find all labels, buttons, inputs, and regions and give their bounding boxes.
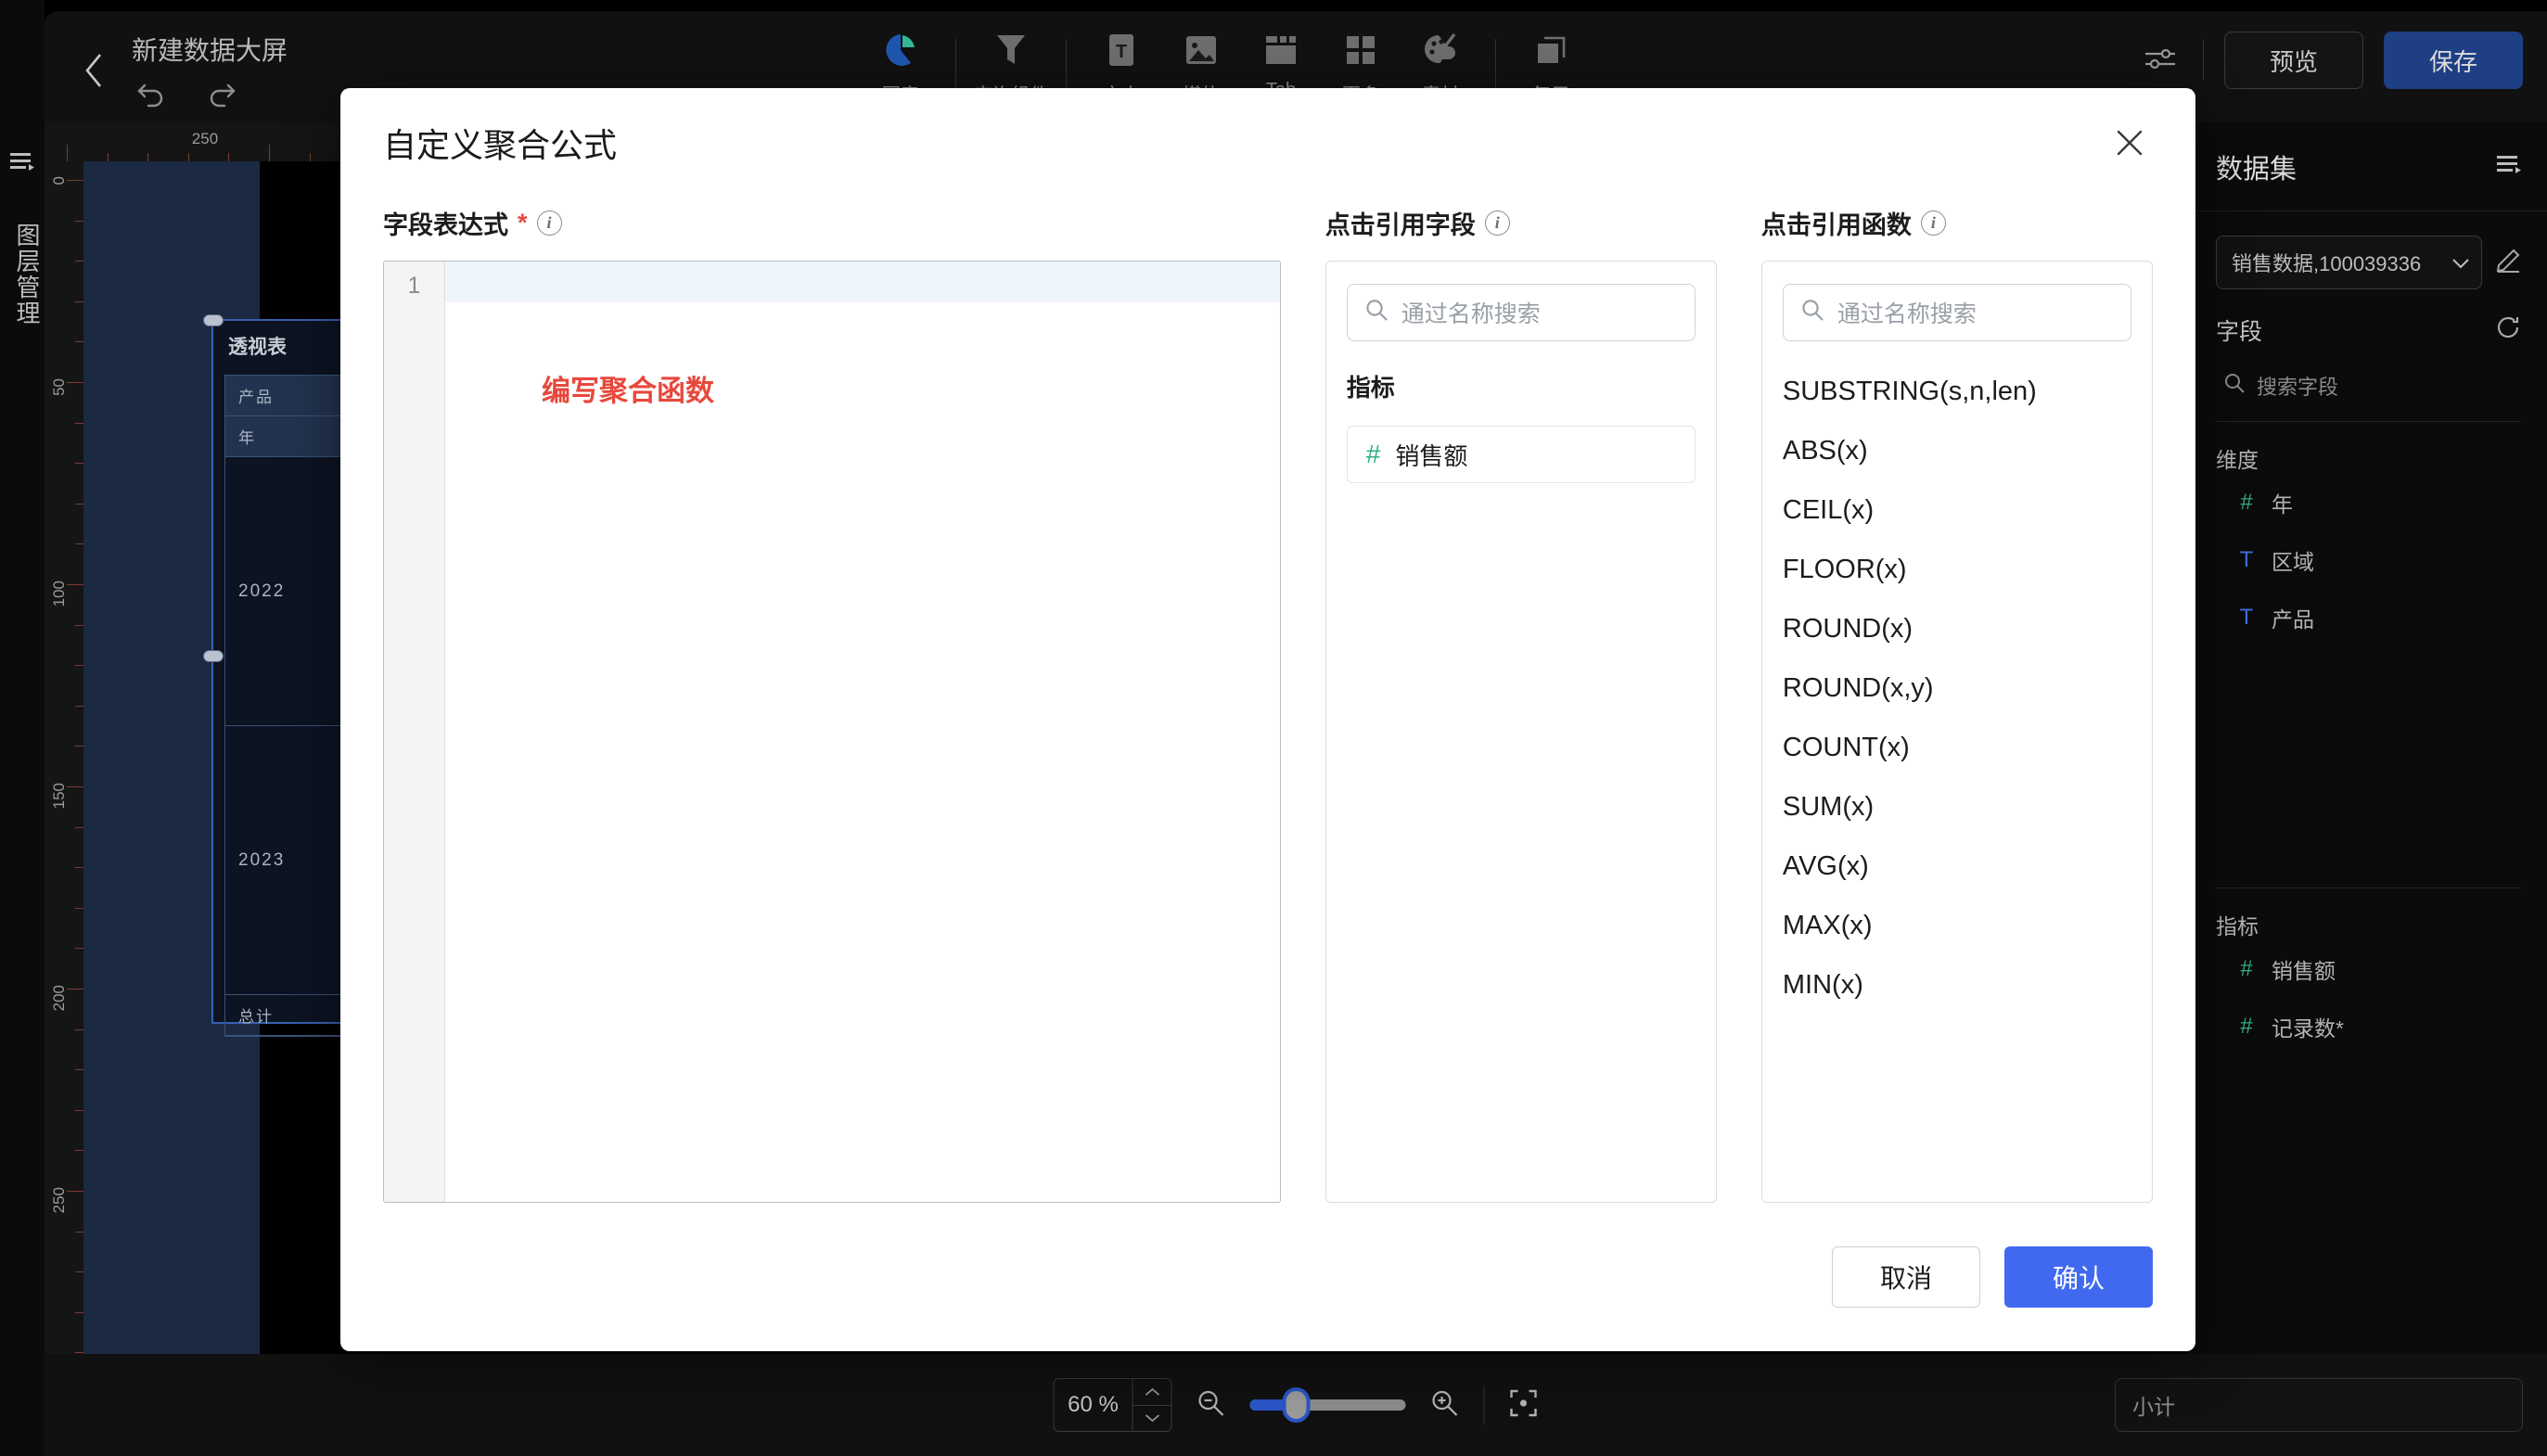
function-item[interactable]: AVG(x) <box>1783 837 2131 896</box>
expression-label: 字段表达式 <box>383 211 508 239</box>
function-item[interactable]: ABS(x) <box>1783 421 2131 480</box>
editor-gutter: 1 <box>384 262 445 1202</box>
fields-panel-box: 通过名称搜索 指标 # 销售额 <box>1325 261 1717 1203</box>
fields-column: 点击引用字段 i 通过名称搜索 指标 # 销售额 <box>1325 198 1717 1203</box>
active-line-highlight <box>445 262 1280 302</box>
app-root: 图层管理 250300350400 0501001502002503003504… <box>0 0 2547 1456</box>
custom-aggregate-formula-dialog: 自定义聚合公式 字段表达式 * i 1 编写聚合函数 点击引用字段 i 通过名称… <box>340 88 2195 1351</box>
dialog-header: 自定义聚合公式 <box>340 88 2195 198</box>
function-item[interactable]: CEIL(x) <box>1783 480 2131 540</box>
info-icon[interactable]: i <box>1920 210 1946 236</box>
info-icon[interactable]: i <box>1484 210 1510 236</box>
function-item[interactable]: FLOOR(x) <box>1783 540 2131 599</box>
search-icon <box>1364 298 1389 328</box>
function-item[interactable]: ROUND(x,y) <box>1783 658 2131 718</box>
functions-label-row: 点击引用函数 i <box>1761 198 2153 248</box>
field-chip-sales-amount[interactable]: # 销售额 <box>1346 426 1696 483</box>
info-icon[interactable]: i <box>536 210 562 236</box>
required-mark: * <box>518 208 528 236</box>
function-item[interactable]: ROUND(x) <box>1783 599 2131 658</box>
function-item[interactable]: SUBSTRING(s,n,len) <box>1783 362 2131 421</box>
function-item[interactable]: COUNT(x) <box>1783 718 2131 777</box>
functions-panel-label: 点击引用函数 <box>1760 211 1912 239</box>
confirm-button[interactable]: 确认 <box>2004 1246 2153 1308</box>
expression-editor[interactable]: 1 编写聚合函数 <box>383 261 1281 1203</box>
expression-placeholder: 编写聚合函数 <box>542 375 714 407</box>
close-icon[interactable] <box>2105 118 2155 168</box>
function-item[interactable]: SUM(x) <box>1783 777 2131 837</box>
fields-group-label: 指标 <box>1346 374 1395 402</box>
expression-input[interactable]: 编写聚合函数 <box>445 262 1280 1202</box>
functions-panel-box: 通过名称搜索 SUBSTRING(s,n,len) ABS(x) CEIL(x) FL… <box>1760 261 2154 1203</box>
fields-label-row: 点击引用字段 i <box>1325 198 1717 248</box>
expression-column: 字段表达式 * i 1 编写聚合函数 <box>383 198 1281 1203</box>
field-search-placeholder: 通过名称搜索 <box>1401 301 1541 327</box>
functions-column: 点击引用函数 i 通过名称搜索 SUBSTRING(s,n,len) ABS(x)… <box>1760 198 2154 1203</box>
field-search-box[interactable]: 通过名称搜索 <box>1346 284 1696 341</box>
line-number: 1 <box>407 273 421 299</box>
expression-label-row: 字段表达式 * i <box>383 198 1281 248</box>
search-icon <box>1800 298 1824 328</box>
cancel-button[interactable]: 取消 <box>1832 1246 1980 1308</box>
dialog-footer: 取消 确认 <box>340 1203 2195 1351</box>
number-type-icon: # <box>1365 440 1381 468</box>
dialog-title: 自定义聚合公式 <box>383 126 618 164</box>
function-search-box[interactable]: 通过名称搜索 <box>1782 284 2132 341</box>
fields-panel-label: 点击引用字段 <box>1325 211 1476 239</box>
function-item[interactable]: MIN(x) <box>1783 955 2131 1015</box>
dialog-body: 字段表达式 * i 1 编写聚合函数 点击引用字段 i 通过名称搜索 指标 # … <box>340 198 2195 1203</box>
function-search-placeholder: 通过名称搜索 <box>1837 301 1977 327</box>
function-item[interactable]: MAX(x) <box>1783 896 2131 955</box>
function-list: SUBSTRING(s,n,len) ABS(x) CEIL(x) FLOOR(x) R… <box>1783 362 2131 1015</box>
field-chip-label: 销售额 <box>1395 441 1468 470</box>
